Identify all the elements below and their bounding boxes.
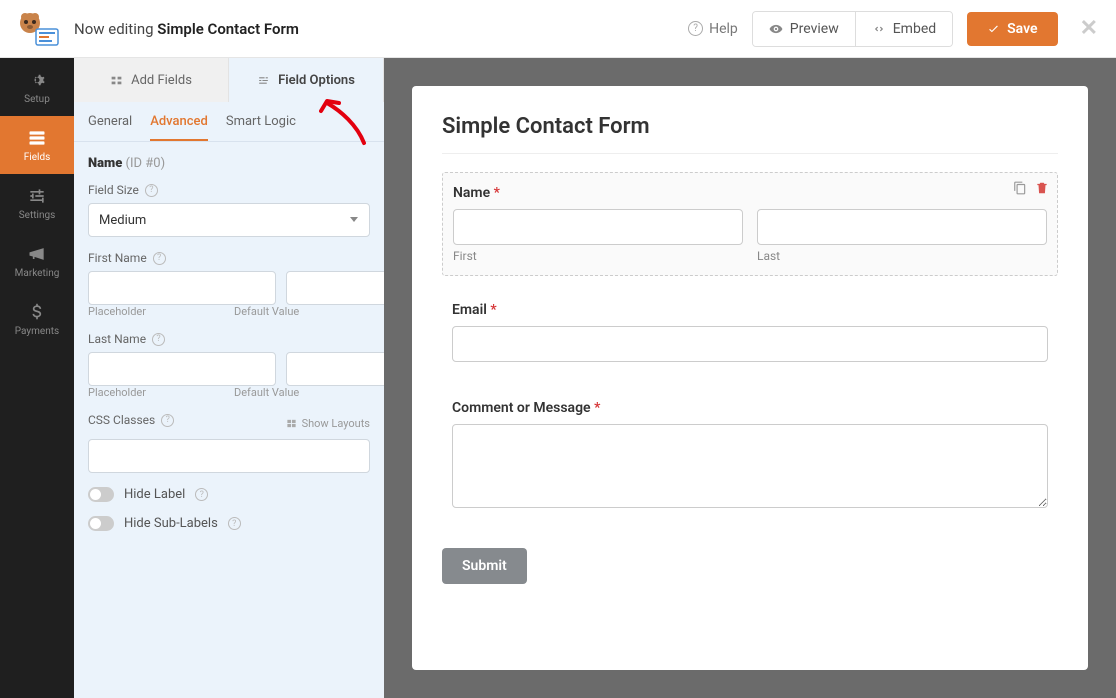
sliders-icon — [27, 186, 47, 206]
sidebar: Add Fields Field Options General Advance… — [74, 58, 384, 698]
form-title: Simple Contact Form — [442, 114, 1058, 154]
megaphone-icon — [27, 244, 47, 264]
subtab-smart-logic[interactable]: Smart Logic — [226, 114, 296, 141]
editing-label: Now editing Simple Contact Form — [74, 20, 299, 38]
preview-comment-input[interactable] — [452, 424, 1048, 508]
first-name-placeholder-input[interactable] — [88, 271, 276, 305]
tab-field-options[interactable]: Field Options — [229, 58, 384, 102]
embed-button[interactable]: Embed — [855, 12, 952, 46]
duplicate-icon[interactable] — [1013, 181, 1027, 195]
preview-last-input[interactable] — [757, 209, 1047, 245]
help-icon[interactable]: ? — [195, 488, 208, 501]
gear-icon — [27, 70, 47, 90]
field-size-label: Field Size? — [88, 183, 370, 197]
topbar: Now editing Simple Contact Form ? Help P… — [0, 0, 1116, 58]
email-label: Email * — [452, 302, 1048, 318]
name-label: Name * — [453, 185, 1047, 201]
field-title: Name (ID #0) — [88, 156, 370, 171]
help-icon[interactable]: ? — [145, 184, 158, 197]
preview-comment-field[interactable]: Comment or Message * — [442, 388, 1058, 524]
check-icon — [987, 22, 1000, 35]
canvas: Simple Contact Form Name * First Last Em… — [384, 58, 1116, 698]
options-icon — [257, 74, 270, 87]
layout-icon — [286, 418, 297, 429]
nav-fields[interactable]: Fields — [0, 116, 74, 174]
nav-marketing[interactable]: Marketing — [0, 232, 74, 290]
help-icon[interactable]: ? — [152, 333, 165, 346]
comment-label: Comment or Message * — [452, 400, 1048, 416]
help-icon[interactable]: ? — [228, 517, 241, 530]
nav-payments[interactable]: Payments — [0, 290, 74, 348]
help-icon[interactable]: ? — [153, 252, 166, 265]
left-nav: Setup Fields Settings Marketing Payments — [0, 58, 74, 698]
preview-button[interactable]: Preview — [753, 12, 855, 46]
hide-label-toggle[interactable] — [88, 487, 114, 502]
eye-icon — [769, 22, 783, 36]
subtab-advanced[interactable]: Advanced — [150, 114, 208, 141]
dollar-icon — [27, 302, 47, 322]
sublabel: Placeholder — [88, 386, 224, 399]
sublabel: Default Value — [234, 386, 370, 399]
sublabel: Default Value — [234, 305, 370, 318]
help-icon[interactable]: ? — [161, 414, 174, 427]
nav-setup[interactable]: Setup — [0, 58, 74, 116]
submit-button[interactable]: Submit — [442, 548, 527, 584]
preview-email-field[interactable]: Email * — [442, 290, 1058, 374]
hide-label-text: Hide Label — [124, 487, 185, 502]
preview-email-input[interactable] — [452, 326, 1048, 362]
sublabel: First — [453, 249, 743, 263]
preview-name-field[interactable]: Name * First Last — [442, 172, 1058, 276]
trash-icon[interactable] — [1035, 181, 1049, 195]
last-name-placeholder-input[interactable] — [88, 352, 276, 386]
help-icon: ? — [688, 21, 703, 36]
grid-icon — [110, 74, 123, 87]
wpforms-logo — [12, 11, 60, 47]
sublabel: Placeholder — [88, 305, 224, 318]
code-icon — [872, 22, 886, 36]
hide-sublabels-text: Hide Sub-Labels — [124, 516, 218, 531]
fields-icon — [27, 128, 47, 148]
show-layouts-link[interactable]: Show Layouts — [286, 417, 370, 430]
sublabel: Last — [757, 249, 1047, 263]
first-name-label: First Name? — [88, 251, 370, 265]
field-size-select[interactable]: Medium — [88, 203, 370, 237]
css-classes-label: CSS Classes? — [88, 413, 174, 427]
subtab-general[interactable]: General — [88, 114, 132, 141]
hide-sublabels-toggle[interactable] — [88, 516, 114, 531]
first-name-default-input[interactable] — [286, 271, 384, 305]
preview-first-input[interactable] — [453, 209, 743, 245]
save-button[interactable]: Save — [967, 12, 1057, 46]
tab-add-fields[interactable]: Add Fields — [74, 58, 229, 102]
close-icon[interactable]: ✕ — [1080, 16, 1098, 41]
nav-settings[interactable]: Settings — [0, 174, 74, 232]
last-name-label: Last Name? — [88, 332, 370, 346]
form-preview: Simple Contact Form Name * First Last Em… — [412, 86, 1088, 670]
help-link[interactable]: ? Help — [688, 21, 738, 37]
last-name-default-input[interactable] — [286, 352, 384, 386]
css-classes-input[interactable] — [88, 439, 370, 473]
